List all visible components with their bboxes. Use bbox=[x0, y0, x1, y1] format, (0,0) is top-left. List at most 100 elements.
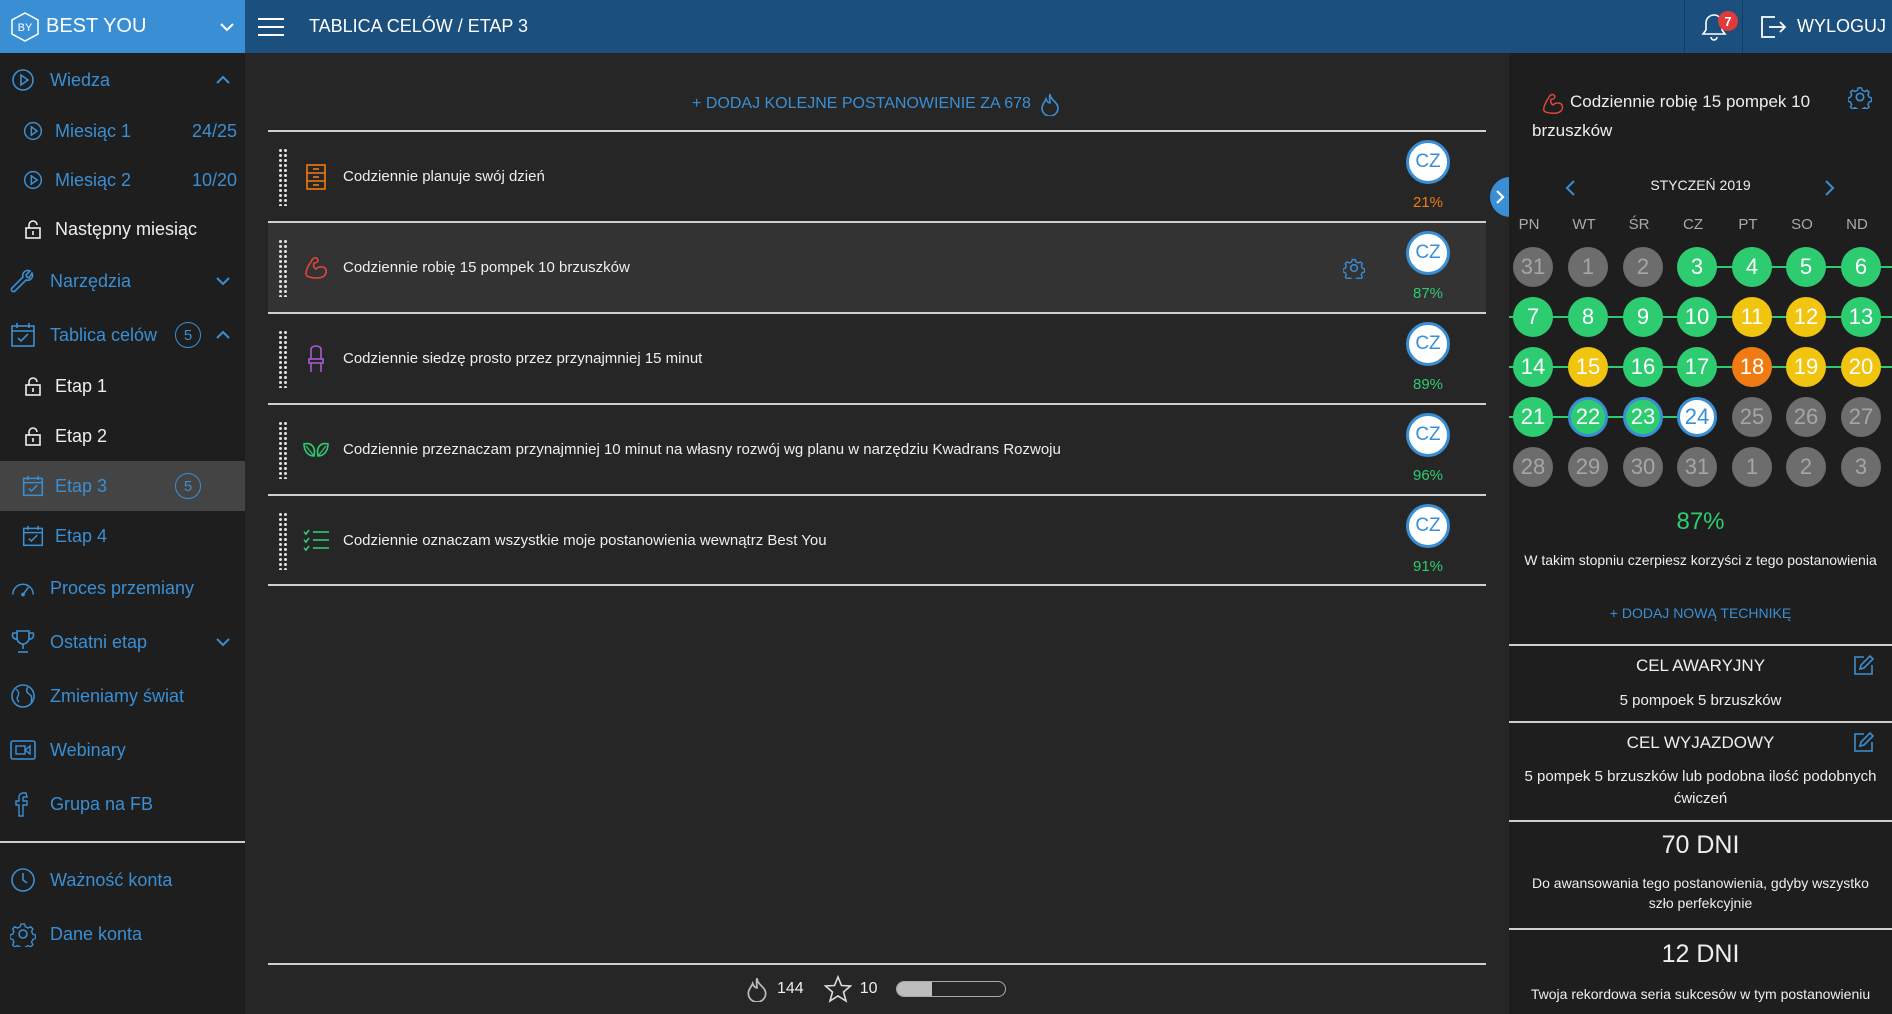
drag-handle[interactable] bbox=[278, 420, 288, 479]
calendar-day[interactable]: 30 bbox=[1623, 447, 1663, 487]
calendar-check-icon bbox=[22, 475, 44, 497]
calendar-day[interactable]: 16 bbox=[1623, 347, 1663, 387]
calendar-day[interactable]: 14 bbox=[1513, 347, 1553, 387]
sidebar-item-etap-4[interactable]: Etap 4 bbox=[0, 511, 245, 561]
calendar-day[interactable]: 24 bbox=[1677, 397, 1717, 437]
calendar-day[interactable]: 1 bbox=[1732, 447, 1772, 487]
star-icon bbox=[823, 975, 852, 1003]
drag-handle[interactable] bbox=[278, 238, 288, 297]
add-resolution-button[interactable]: + DODAJ KOLEJNE POSTANOWIENIE ZA 678 bbox=[268, 92, 1485, 116]
drag-handle[interactable] bbox=[278, 329, 288, 388]
calendar-day[interactable]: 26 bbox=[1786, 397, 1826, 437]
weekday-badge[interactable]: CZ bbox=[1406, 231, 1450, 275]
sidebar-item-etap-2[interactable]: Etap 2 bbox=[0, 411, 245, 461]
sidebar-item-webinary[interactable]: Webinary bbox=[0, 725, 245, 775]
video-camera-icon bbox=[10, 737, 36, 763]
sidebar-item-zmieniamy-swiat[interactable]: Zmieniamy świat bbox=[0, 671, 245, 721]
calendar-day[interactable]: 12 bbox=[1786, 297, 1826, 337]
resolution-row[interactable]: Codziennie przeznaczam przynajmniej 10 m… bbox=[268, 405, 1486, 494]
sidebar-item-miesiac-1[interactable]: Miesiąc 1 24/25 bbox=[0, 106, 245, 156]
calendar-day[interactable]: 31 bbox=[1513, 247, 1553, 287]
calendar-day[interactable]: 1 bbox=[1568, 247, 1608, 287]
add-resolution-label: + DODAJ KOLEJNE POSTANOWIENIE ZA 678 bbox=[692, 95, 1031, 112]
chevron-right-icon bbox=[1496, 190, 1505, 204]
sidebar-item-wiedza[interactable]: Wiedza bbox=[0, 55, 245, 105]
edit-icon[interactable] bbox=[1853, 654, 1875, 676]
notifications-button[interactable]: 7 bbox=[1684, 0, 1743, 53]
calendar-day[interactable]: 25 bbox=[1732, 397, 1772, 437]
add-technique-button[interactable]: + DODAJ NOWĄ TECHNIKĘ bbox=[1509, 605, 1892, 621]
calendar-day[interactable]: 7 bbox=[1513, 297, 1553, 337]
calendar-day[interactable]: 15 bbox=[1568, 347, 1608, 387]
edit-icon[interactable] bbox=[1853, 731, 1875, 753]
calendar-day[interactable]: 23 bbox=[1623, 397, 1663, 437]
hamburger-menu-icon[interactable] bbox=[256, 16, 286, 38]
sidebar-item-grupa-fb[interactable]: Grupa na FB bbox=[0, 779, 245, 829]
calendar-day[interactable]: 22 bbox=[1568, 397, 1608, 437]
notification-count-badge: 7 bbox=[1718, 11, 1738, 31]
sidebar-item-label: Grupa na FB bbox=[50, 793, 154, 814]
resolution-row[interactable]: Codziennie robię 15 pompek 10 brzuszków … bbox=[268, 223, 1486, 312]
calendar-day[interactable]: 17 bbox=[1677, 347, 1717, 387]
sidebar-item-proces-przemiany[interactable]: Proces przemiany bbox=[0, 563, 245, 613]
drag-handle[interactable] bbox=[278, 147, 288, 206]
sidebar-item-etap-3[interactable]: Etap 3 5 bbox=[0, 461, 245, 511]
drag-handle[interactable] bbox=[278, 511, 288, 570]
calendar-day[interactable]: 18 bbox=[1732, 347, 1772, 387]
sidebar-item-miesiac-2[interactable]: Miesiąc 2 10/20 bbox=[0, 155, 245, 205]
calendar-day[interactable]: 9 bbox=[1623, 297, 1663, 337]
sidebar: BY BEST YOU Wiedza Miesiąc 1 24/25 Miesi… bbox=[0, 0, 245, 1014]
sidebar-item-narzedzia[interactable]: Narzędzia bbox=[0, 256, 245, 306]
gear-icon[interactable] bbox=[1848, 85, 1872, 109]
calendar-day[interactable]: 6 bbox=[1841, 247, 1881, 287]
sidebar-item-waznosc-konta[interactable]: Ważność konta bbox=[0, 855, 245, 905]
resolution-row[interactable]: Codziennie oznaczam wszystkie moje posta… bbox=[268, 496, 1486, 585]
lock-icon bbox=[22, 425, 44, 447]
footer-stats: 144 10 bbox=[745, 975, 1006, 1003]
gear-icon[interactable] bbox=[1343, 257, 1365, 279]
chevron-right-icon[interactable] bbox=[1824, 179, 1836, 197]
calendar-day[interactable]: 31 bbox=[1677, 447, 1717, 487]
calendar-day[interactable]: 3 bbox=[1677, 247, 1717, 287]
sidebar-item-ostatni-etap[interactable]: Ostatni etap bbox=[0, 617, 245, 667]
calendar-day[interactable]: 2 bbox=[1786, 447, 1826, 487]
sidebar-item-tablica-celow[interactable]: Tablica celów 5 bbox=[0, 310, 245, 360]
calendar-day[interactable]: 4 bbox=[1732, 247, 1772, 287]
chair-icon bbox=[308, 344, 324, 372]
weekday-badge[interactable]: CZ bbox=[1406, 504, 1450, 548]
calendar-day[interactable]: 11 bbox=[1732, 297, 1772, 337]
sidebar-item-label: Zmieniamy świat bbox=[50, 685, 185, 706]
brand-dropdown[interactable]: BY BEST YOU bbox=[0, 0, 245, 53]
resolution-text: Codziennie planuje swój dzień bbox=[343, 168, 545, 185]
calendar-day[interactable]: 8 bbox=[1568, 297, 1608, 337]
calendar-day[interactable]: 13 bbox=[1841, 297, 1881, 337]
sidebar-item-nastepny-miesiac[interactable]: Następny miesiąc bbox=[0, 204, 245, 254]
calendar-day[interactable]: 2 bbox=[1623, 247, 1663, 287]
weekday-badge[interactable]: CZ bbox=[1406, 322, 1450, 366]
panel-toggle-button[interactable] bbox=[1490, 177, 1510, 217]
resolution-text: Codziennie przeznaczam przynajmniej 10 m… bbox=[343, 441, 1061, 458]
sidebar-item-etap-1[interactable]: Etap 1 bbox=[0, 361, 245, 411]
sidebar-item-dane-konta[interactable]: Dane konta bbox=[0, 909, 245, 959]
calendar-day[interactable]: 20 bbox=[1841, 347, 1881, 387]
calendar-day[interactable]: 21 bbox=[1513, 397, 1553, 437]
calendar-day[interactable]: 10 bbox=[1677, 297, 1717, 337]
weekday-badge[interactable]: CZ bbox=[1406, 413, 1450, 457]
logout-button[interactable]: WYLOGUJ bbox=[1759, 0, 1886, 53]
sidebar-item-label: Ostatni etap bbox=[50, 631, 148, 652]
sidebar-item-label: Miesiąc 2 bbox=[55, 169, 132, 190]
calendar-day[interactable]: 27 bbox=[1841, 397, 1881, 437]
calendar-day[interactable]: 3 bbox=[1841, 447, 1881, 487]
calendar-day[interactable]: 19 bbox=[1786, 347, 1826, 387]
globe-icon bbox=[10, 683, 36, 709]
chevron-down-icon bbox=[220, 22, 234, 31]
emergency-goal-title: CEL AWARYJNY bbox=[1635, 656, 1766, 675]
weekday-badge[interactable]: CZ bbox=[1406, 140, 1450, 184]
sidebar-item-label: Ważność konta bbox=[50, 869, 173, 890]
calendar-day[interactable]: 28 bbox=[1513, 447, 1553, 487]
resolution-row[interactable]: Codziennie siedzę prosto przez przynajmn… bbox=[268, 314, 1486, 403]
resolution-row[interactable]: Codziennie planuje swój dzień CZ 21% bbox=[268, 132, 1486, 221]
calendar-day[interactable]: 29 bbox=[1568, 447, 1608, 487]
resolution-percent: 87% bbox=[1412, 285, 1444, 302]
calendar-day[interactable]: 5 bbox=[1786, 247, 1826, 287]
